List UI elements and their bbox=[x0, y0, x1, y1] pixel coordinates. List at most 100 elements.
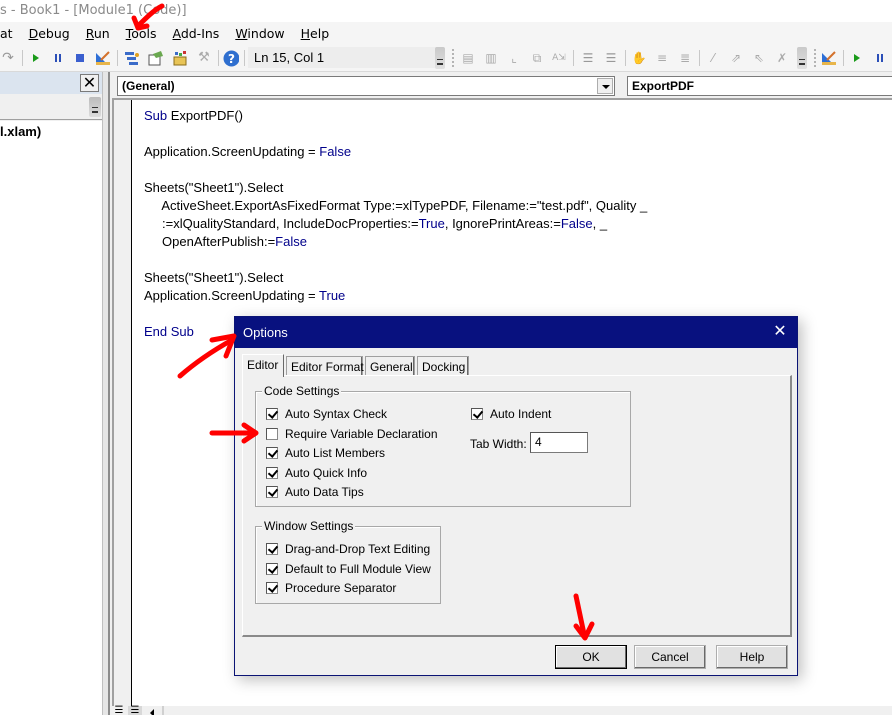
design-mode-icon[interactable] bbox=[95, 50, 111, 66]
full-module-view-icon[interactable]: ☰ bbox=[128, 706, 142, 715]
help-button[interactable]: Help bbox=[716, 645, 788, 669]
toolbar-grip[interactable] bbox=[452, 49, 454, 67]
procedure-view-icon[interactable]: ☰ bbox=[112, 706, 126, 715]
cancel-button[interactable]: Cancel bbox=[634, 645, 706, 669]
close-icon[interactable]: ✕ bbox=[771, 323, 789, 341]
menu-debug-rest: ebug bbox=[38, 25, 70, 41]
checkbox-box[interactable] bbox=[266, 428, 278, 440]
outdent-icon[interactable]: ☰ bbox=[603, 50, 619, 66]
design-mode-icon[interactable] bbox=[821, 50, 837, 66]
toolbar-options-button[interactable] bbox=[435, 47, 445, 69]
checkbox-label: Require Variable Declaration bbox=[285, 427, 438, 441]
menu-window[interactable]: Window bbox=[227, 26, 292, 41]
tab-docking[interactable]: Docking bbox=[417, 356, 469, 376]
checkbox-label: Drag-and-Drop Text Editing bbox=[285, 542, 431, 556]
menu-help[interactable]: Help bbox=[293, 26, 338, 41]
tree-item-addin-project[interactable]: l.xlam) bbox=[0, 124, 41, 139]
panel-splitter[interactable] bbox=[102, 72, 110, 715]
reset-icon[interactable] bbox=[72, 50, 88, 66]
run-icon[interactable] bbox=[28, 50, 44, 66]
tab-width-input[interactable]: 4 bbox=[530, 432, 588, 453]
auto-quick-info-checkbox[interactable]: Auto Quick Info bbox=[266, 466, 367, 480]
drag-and-drop-checkbox[interactable]: Drag-and-Drop Text Editing bbox=[266, 542, 430, 556]
code-token: Sheets("Sheet1").Select bbox=[144, 180, 284, 195]
checkbox-box[interactable] bbox=[266, 543, 278, 555]
auto-data-tips-checkbox[interactable]: Auto Data Tips bbox=[266, 485, 364, 499]
menu-format[interactable]: at bbox=[0, 26, 21, 41]
redo-icon[interactable]: ↷ bbox=[0, 50, 16, 66]
code-line[interactable]: Sub ExportPDF() bbox=[144, 107, 647, 125]
object-combo-value: (General) bbox=[122, 79, 175, 93]
code-line[interactable]: Sheets("Sheet1").Select bbox=[144, 179, 647, 197]
toolbox-icon[interactable]: ⚒ bbox=[196, 50, 212, 66]
menu-add-ins[interactable]: Add-Ins bbox=[164, 26, 227, 41]
code-line[interactable] bbox=[144, 251, 647, 269]
code-keyword: False bbox=[275, 234, 307, 249]
clear-bookmarks-icon[interactable]: ✗ bbox=[774, 50, 790, 66]
checkbox-box[interactable] bbox=[266, 582, 278, 594]
list-constants-icon[interactable]: ▥ bbox=[483, 50, 499, 66]
toolbar-separator bbox=[22, 50, 23, 66]
code-line[interactable] bbox=[144, 125, 647, 143]
code-line[interactable]: OpenAfterPublish:=False bbox=[144, 233, 647, 251]
uncomment-block-icon[interactable]: ≣ bbox=[677, 50, 693, 66]
toolbar-options-button[interactable] bbox=[797, 47, 807, 69]
toolbar-options-button[interactable] bbox=[89, 97, 101, 117]
tab-general[interactable]: General bbox=[365, 356, 415, 376]
require-variable-declaration-checkbox[interactable]: Require Variable Declaration bbox=[266, 427, 438, 441]
ok-button[interactable]: OK bbox=[555, 645, 627, 669]
code-line[interactable]: Sheets("Sheet1").Select bbox=[144, 269, 647, 287]
code-keyword: End Sub bbox=[144, 324, 194, 339]
toolbar-grip[interactable] bbox=[814, 49, 816, 67]
complete-word-icon[interactable]: A⇲ bbox=[551, 50, 567, 66]
help-icon[interactable]: ? bbox=[223, 50, 239, 66]
tab-editor-format[interactable]: Editor Format bbox=[286, 356, 364, 376]
next-bookmark-icon[interactable]: ⇗ bbox=[728, 50, 744, 66]
object-combo[interactable]: (General) bbox=[117, 76, 615, 96]
toggle-bookmark-icon[interactable]: ⁄ bbox=[705, 50, 721, 66]
list-properties-icon[interactable]: ▤ bbox=[460, 50, 476, 66]
code-line[interactable]: Application.ScreenUpdating = False bbox=[144, 143, 647, 161]
menu-tools[interactable]: Tools bbox=[118, 26, 165, 41]
properties-icon[interactable] bbox=[148, 50, 164, 66]
horizontal-scrollbar[interactable] bbox=[162, 706, 272, 715]
run-icon[interactable] bbox=[849, 50, 865, 66]
project-explorer-icon[interactable] bbox=[124, 50, 140, 66]
menu-debug[interactable]: Debug bbox=[21, 26, 78, 41]
checkbox-box[interactable] bbox=[266, 486, 278, 498]
previous-bookmark-icon[interactable]: ⇖ bbox=[751, 50, 767, 66]
chevron-down-icon[interactable] bbox=[597, 78, 613, 94]
checkbox-box[interactable] bbox=[471, 408, 483, 420]
close-icon[interactable]: ✕ bbox=[80, 74, 99, 92]
auto-indent-checkbox[interactable]: Auto Indent bbox=[471, 407, 551, 421]
menu-bar: at Debug Run Tools Add-Ins Window Help bbox=[0, 22, 892, 44]
full-module-view-checkbox[interactable]: Default to Full Module View bbox=[266, 562, 431, 576]
procedure-combo[interactable]: ExportPDF bbox=[627, 76, 892, 96]
code-text[interactable]: Sub ExportPDF() Application.ScreenUpdatin… bbox=[144, 107, 647, 341]
toggle-breakpoint-icon[interactable]: ✋ bbox=[631, 50, 647, 66]
toolbar-separator bbox=[218, 50, 219, 66]
checkbox-box[interactable] bbox=[266, 447, 278, 459]
auto-syntax-check-checkbox[interactable]: Auto Syntax Check bbox=[266, 407, 387, 421]
procedure-separator-checkbox[interactable]: Procedure Separator bbox=[266, 581, 396, 595]
object-browser-icon[interactable] bbox=[172, 50, 188, 66]
checkbox-box[interactable] bbox=[266, 408, 278, 420]
break-icon[interactable] bbox=[50, 50, 66, 66]
margin-indicator-bar[interactable] bbox=[114, 100, 132, 706]
scroll-left-icon[interactable] bbox=[146, 706, 160, 715]
code-line[interactable]: :=xlQualityStandard, IncludeDocPropertie… bbox=[144, 215, 647, 233]
menu-run[interactable]: Run bbox=[78, 26, 118, 41]
checkbox-box[interactable] bbox=[266, 467, 278, 479]
code-line[interactable]: Application.ScreenUpdating = True bbox=[144, 287, 647, 305]
quick-info-icon[interactable]: ⌞ bbox=[506, 50, 522, 66]
code-line[interactable]: ActiveSheet.ExportAsFixedFormat Type:=xl… bbox=[144, 197, 647, 215]
checkbox-box[interactable] bbox=[266, 563, 278, 575]
tab-editor[interactable]: Editor bbox=[242, 354, 284, 377]
auto-list-members-checkbox[interactable]: Auto List Members bbox=[266, 446, 385, 460]
parameter-info-icon[interactable]: ⧉ bbox=[529, 50, 545, 66]
break-icon[interactable] bbox=[872, 50, 888, 66]
comment-block-icon[interactable]: ≡ bbox=[654, 50, 670, 66]
project-explorer-header: ✕ bbox=[0, 72, 102, 94]
code-line[interactable] bbox=[144, 161, 647, 179]
indent-icon[interactable]: ☰ bbox=[580, 50, 596, 66]
